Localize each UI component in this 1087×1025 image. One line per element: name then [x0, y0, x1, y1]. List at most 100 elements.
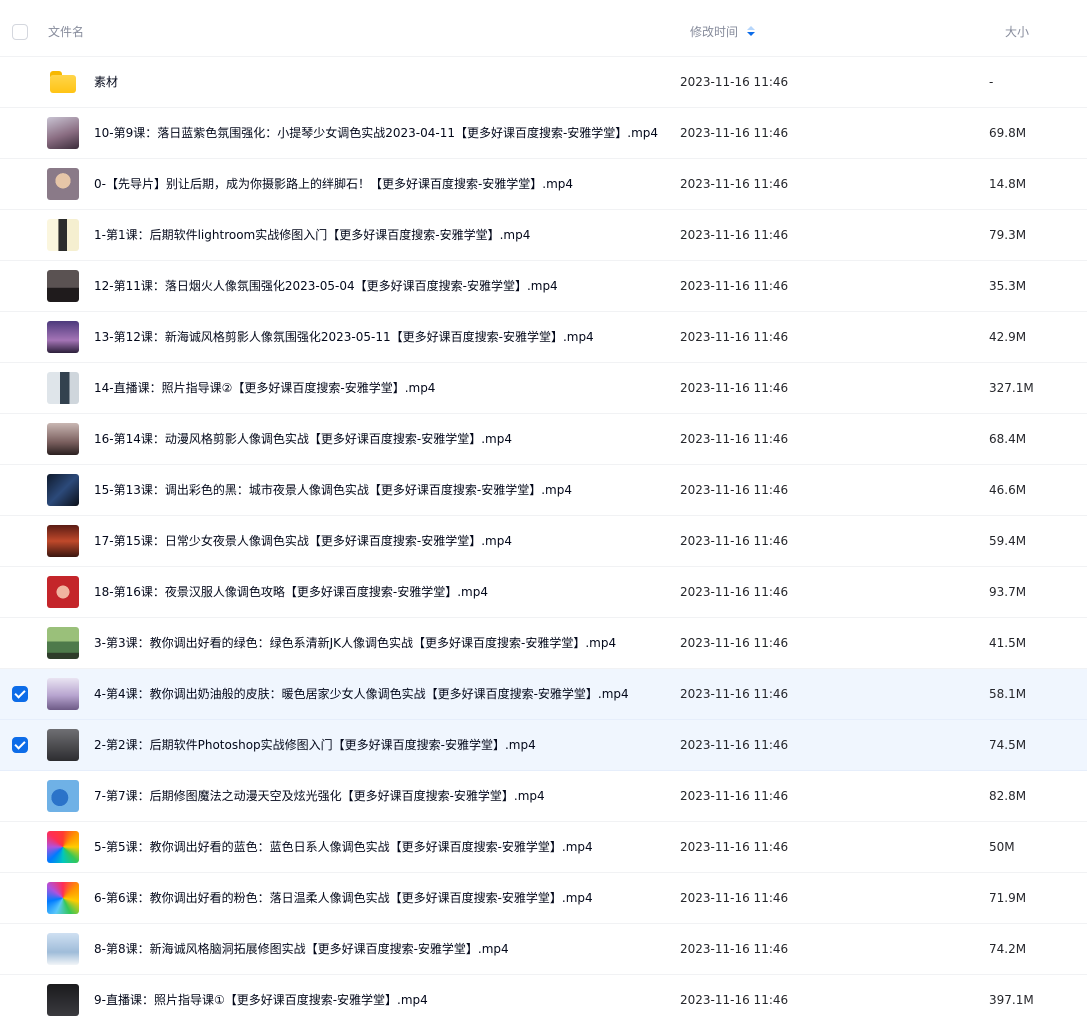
- video-thumbnail[interactable]: [47, 168, 79, 200]
- modified-time: 2023-11-16 11:46: [680, 483, 789, 497]
- file-size: 42.9M: [989, 330, 1027, 344]
- row-checkbox[interactable]: [12, 737, 28, 753]
- modified-time: 2023-11-16 11:46: [680, 534, 789, 548]
- video-thumbnail[interactable]: [47, 219, 79, 251]
- file-row[interactable]: 13-第12课：新海诚风格剪影人像氛围强化2023-05-11【更多好课百度搜索…: [0, 312, 1087, 363]
- row-checkbox[interactable]: [12, 686, 28, 702]
- file-size: 50M: [989, 840, 1015, 854]
- file-row[interactable]: 6-第6课：教你调出好看的粉色：落日温柔人像调色实战【更多好课百度搜索-安雅学堂…: [0, 873, 1087, 924]
- column-header-name[interactable]: 文件名: [48, 24, 84, 40]
- file-name[interactable]: 15-第13课：调出彩色的黑：城市夜景人像调色实战【更多好课百度搜索-安雅学堂】…: [94, 482, 572, 498]
- modified-time: 2023-11-16 11:46: [680, 279, 789, 293]
- file-row[interactable]: 15-第13课：调出彩色的黑：城市夜景人像调色实战【更多好课百度搜索-安雅学堂】…: [0, 465, 1087, 516]
- modified-time: 2023-11-16 11:46: [680, 789, 789, 803]
- file-row[interactable]: 素材 2023-11-16 11:46 -: [0, 57, 1087, 108]
- file-size: 46.6M: [989, 483, 1027, 497]
- file-row[interactable]: 8-第8课：新海诚风格脑洞拓展修图实战【更多好课百度搜索-安雅学堂】.mp4 20…: [0, 924, 1087, 975]
- file-row[interactable]: 0-【先导片】别让后期，成为你摄影路上的绊脚石！【更多好课百度搜索-安雅学堂】.…: [0, 159, 1087, 210]
- modified-time: 2023-11-16 11:46: [680, 432, 789, 446]
- video-thumbnail[interactable]: [47, 780, 79, 812]
- modified-time: 2023-11-16 11:46: [680, 585, 789, 599]
- file-size: 327.1M: [989, 381, 1034, 395]
- file-name[interactable]: 9-直播课：照片指导课①【更多好课百度搜索-安雅学堂】.mp4: [94, 992, 428, 1008]
- video-thumbnail[interactable]: [47, 474, 79, 506]
- file-size: 69.8M: [989, 126, 1027, 140]
- modified-time: 2023-11-16 11:46: [680, 891, 789, 905]
- sort-icon[interactable]: [747, 26, 756, 38]
- file-name[interactable]: 素材: [94, 74, 118, 90]
- video-thumbnail[interactable]: [47, 117, 79, 149]
- file-name[interactable]: 17-第15课：日常少女夜景人像调色实战【更多好课百度搜索-安雅学堂】.mp4: [94, 533, 512, 549]
- file-name[interactable]: 2-第2课：后期软件Photoshop实战修图入门【更多好课百度搜索-安雅学堂】…: [94, 737, 536, 753]
- video-thumbnail[interactable]: [47, 321, 79, 353]
- modified-time: 2023-11-16 11:46: [680, 228, 789, 242]
- column-header-size[interactable]: 大小: [1005, 24, 1029, 40]
- video-thumbnail[interactable]: [47, 627, 79, 659]
- video-thumbnail[interactable]: [47, 678, 79, 710]
- file-size: 41.5M: [989, 636, 1027, 650]
- file-size: 397.1M: [989, 993, 1034, 1007]
- video-thumbnail[interactable]: [47, 576, 79, 608]
- folder-icon[interactable]: [47, 66, 79, 98]
- modified-time: 2023-11-16 11:46: [680, 75, 789, 89]
- file-row[interactable]: 9-直播课：照片指导课①【更多好课百度搜索-安雅学堂】.mp4 2023-11-1…: [0, 975, 1087, 1025]
- file-size: 74.2M: [989, 942, 1027, 956]
- column-header-modified-time[interactable]: 修改时间: [690, 24, 756, 40]
- video-thumbnail[interactable]: [47, 270, 79, 302]
- modified-time: 2023-11-16 11:46: [680, 177, 789, 191]
- file-row[interactable]: 1-第1课：后期软件lightroom实战修图入门【更多好课百度搜索-安雅学堂】…: [0, 210, 1087, 261]
- file-row[interactable]: 2-第2课：后期软件Photoshop实战修图入门【更多好课百度搜索-安雅学堂】…: [0, 720, 1087, 771]
- file-row[interactable]: 17-第15课：日常少女夜景人像调色实战【更多好课百度搜索-安雅学堂】.mp4 2…: [0, 516, 1087, 567]
- file-name[interactable]: 5-第5课：教你调出好看的蓝色：蓝色日系人像调色实战【更多好课百度搜索-安雅学堂…: [94, 839, 593, 855]
- file-name[interactable]: 18-第16课：夜景汉服人像调色攻略【更多好课百度搜索-安雅学堂】.mp4: [94, 584, 488, 600]
- file-name[interactable]: 6-第6课：教你调出好看的粉色：落日温柔人像调色实战【更多好课百度搜索-安雅学堂…: [94, 890, 593, 906]
- modified-time: 2023-11-16 11:46: [680, 738, 789, 752]
- video-thumbnail[interactable]: [47, 882, 79, 914]
- file-row[interactable]: 14-直播课：照片指导课②【更多好课百度搜索-安雅学堂】.mp4 2023-11-…: [0, 363, 1087, 414]
- video-thumbnail[interactable]: [47, 729, 79, 761]
- file-name[interactable]: 12-第11课：落日烟火人像氛围强化2023-05-04【更多好课百度搜索-安雅…: [94, 278, 558, 294]
- video-thumbnail[interactable]: [47, 525, 79, 557]
- file-row[interactable]: 4-第4课：教你调出奶油般的皮肤：暖色居家少女人像调色实战【更多好课百度搜索-安…: [0, 669, 1087, 720]
- file-name[interactable]: 1-第1课：后期软件lightroom实战修图入门【更多好课百度搜索-安雅学堂】…: [94, 227, 530, 243]
- modified-time: 2023-11-16 11:46: [680, 687, 789, 701]
- video-thumbnail[interactable]: [47, 831, 79, 863]
- file-name[interactable]: 14-直播课：照片指导课②【更多好课百度搜索-安雅学堂】.mp4: [94, 380, 435, 396]
- file-name[interactable]: 3-第3课：教你调出好看的绿色：绿色系清新JK人像调色实战【更多好课百度搜索-安…: [94, 635, 616, 651]
- file-size: 14.8M: [989, 177, 1027, 191]
- file-row[interactable]: 7-第7课：后期修图魔法之动漫天空及炫光强化【更多好课百度搜索-安雅学堂】.mp…: [0, 771, 1087, 822]
- file-size: 35.3M: [989, 279, 1027, 293]
- modified-time: 2023-11-16 11:46: [680, 636, 789, 650]
- modified-time: 2023-11-16 11:46: [680, 993, 789, 1007]
- video-thumbnail[interactable]: [47, 984, 79, 1016]
- file-list: 文件名 修改时间 大小 素材 2023-11-16 11:46 - 10-第9课：落日…: [0, 0, 1087, 1025]
- file-size: 79.3M: [989, 228, 1027, 242]
- file-row[interactable]: 5-第5课：教你调出好看的蓝色：蓝色日系人像调色实战【更多好课百度搜索-安雅学堂…: [0, 822, 1087, 873]
- file-row[interactable]: 10-第9课：落日蓝紫色氛围强化：小提琴少女调色实战2023-04-11【更多好…: [0, 108, 1087, 159]
- file-size: 71.9M: [989, 891, 1027, 905]
- file-row[interactable]: 12-第11课：落日烟火人像氛围强化2023-05-04【更多好课百度搜索-安雅…: [0, 261, 1087, 312]
- modified-time: 2023-11-16 11:46: [680, 840, 789, 854]
- file-name[interactable]: 10-第9课：落日蓝紫色氛围强化：小提琴少女调色实战2023-04-11【更多好…: [94, 125, 658, 141]
- video-thumbnail[interactable]: [47, 423, 79, 455]
- file-name[interactable]: 7-第7课：后期修图魔法之动漫天空及炫光强化【更多好课百度搜索-安雅学堂】.mp…: [94, 788, 545, 804]
- file-name[interactable]: 8-第8课：新海诚风格脑洞拓展修图实战【更多好课百度搜索-安雅学堂】.mp4: [94, 941, 509, 957]
- select-all-checkbox[interactable]: [12, 24, 28, 40]
- modified-time: 2023-11-16 11:46: [680, 942, 789, 956]
- file-name[interactable]: 0-【先导片】别让后期，成为你摄影路上的绊脚石！【更多好课百度搜索-安雅学堂】.…: [94, 176, 573, 192]
- file-row[interactable]: 16-第14课：动漫风格剪影人像调色实战【更多好课百度搜索-安雅学堂】.mp4 2…: [0, 414, 1087, 465]
- file-name[interactable]: 4-第4课：教你调出奶油般的皮肤：暖色居家少女人像调色实战【更多好课百度搜索-安…: [94, 686, 629, 702]
- video-thumbnail[interactable]: [47, 372, 79, 404]
- file-name[interactable]: 16-第14课：动漫风格剪影人像调色实战【更多好课百度搜索-安雅学堂】.mp4: [94, 431, 512, 447]
- file-size: 74.5M: [989, 738, 1027, 752]
- file-row[interactable]: 3-第3课：教你调出好看的绿色：绿色系清新JK人像调色实战【更多好课百度搜索-安…: [0, 618, 1087, 669]
- file-size: -: [989, 75, 994, 89]
- modified-time: 2023-11-16 11:46: [680, 381, 789, 395]
- video-thumbnail[interactable]: [47, 933, 79, 965]
- file-rows: 素材 2023-11-16 11:46 - 10-第9课：落日蓝紫色氛围强化：小提琴少…: [0, 57, 1087, 1025]
- file-name[interactable]: 13-第12课：新海诚风格剪影人像氛围强化2023-05-11【更多好课百度搜索…: [94, 329, 594, 345]
- file-row[interactable]: 18-第16课：夜景汉服人像调色攻略【更多好课百度搜索-安雅学堂】.mp4 202…: [0, 567, 1087, 618]
- modified-time: 2023-11-16 11:46: [680, 126, 789, 140]
- modified-time: 2023-11-16 11:46: [680, 330, 789, 344]
- file-size: 59.4M: [989, 534, 1027, 548]
